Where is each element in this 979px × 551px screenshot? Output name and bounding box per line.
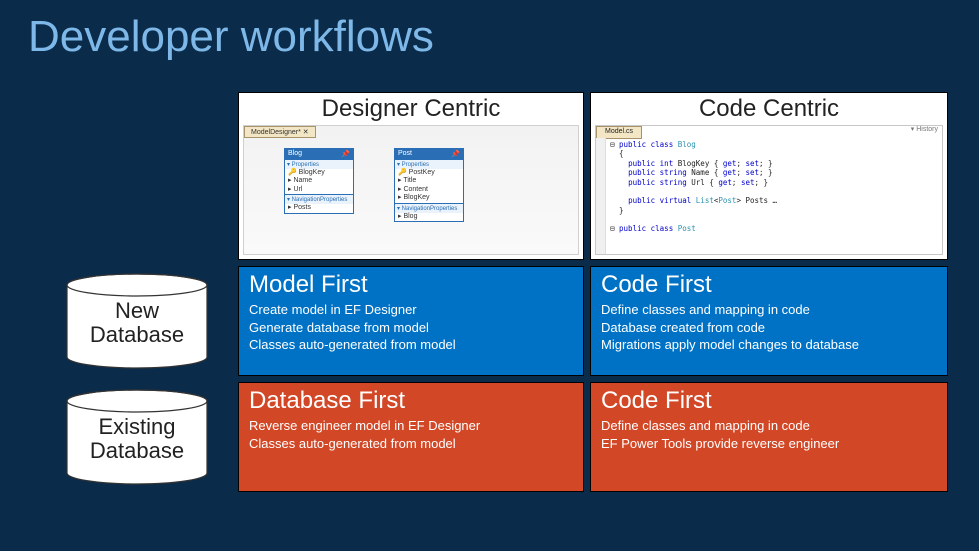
cell-line: Classes auto-generated from model: [249, 336, 573, 354]
cell-code-first-new: Code First Define classes and mapping in…: [590, 266, 948, 376]
column-header-code: Code Centric Model.cs ▾ History ⊟ public…: [590, 92, 948, 260]
entity-blog-nav-label: ▾ NavigationProperties: [285, 194, 353, 204]
column-header-designer: Designer Centric ModelDesigner* ✕ Blog 📌 …: [238, 92, 584, 260]
cell-heading: Database First: [249, 387, 573, 415]
entity-post-prop: ▸ Content: [395, 186, 463, 194]
entity-pin-icon: 📌: [451, 150, 460, 158]
corner-empty: [42, 92, 232, 260]
row-label-line1: Existing: [62, 415, 212, 439]
row-label-line2: Database: [62, 439, 212, 463]
code-line: public string Name { get; set; }: [610, 168, 936, 177]
entity-post-name: Post: [398, 150, 412, 158]
column-title-designer: Designer Centric: [322, 95, 501, 123]
cell-heading: Code First: [601, 271, 937, 299]
entity-blog-name: Blog: [288, 150, 302, 158]
code-line: [610, 187, 936, 196]
row-label-line2: Database: [62, 323, 212, 347]
row-label-existing-database: Existing Database: [42, 382, 232, 492]
database-icon: New Database: [62, 273, 212, 369]
code-line: ⊟ public class Post: [610, 224, 936, 233]
row-label-line1: New: [62, 299, 212, 323]
cell-line: Create model in EF Designer: [249, 301, 573, 319]
entity-pin-icon: 📌: [341, 150, 350, 158]
database-icon: Existing Database: [62, 389, 212, 485]
cell-database-first: Database First Reverse engineer model in…: [238, 382, 584, 492]
cell-line: EF Power Tools provide reverse engineer: [601, 435, 937, 453]
cell-heading: Model First: [249, 271, 573, 299]
entity-blog-nav: ▸ Posts: [285, 204, 353, 212]
entity-post-nav: ▸ Blog: [395, 213, 463, 221]
cell-line: Migrations apply model changes to databa…: [601, 336, 937, 354]
designer-tab: ModelDesigner* ✕: [244, 126, 316, 138]
code-screenshot: Model.cs ▾ History ⊟ public class Blog {…: [595, 125, 943, 255]
cell-line: Classes auto-generated from model: [249, 435, 573, 453]
entity-blog-prop: ▸ Url: [285, 186, 353, 194]
cell-line: Generate database from model: [249, 319, 573, 337]
code-gutter: [596, 138, 606, 254]
entity-blog-props-label: ▾ Properties: [285, 159, 353, 169]
entity-post: Post 📌 ▾ Properties 🔑 PostKey ▸ Title ▸ C…: [394, 148, 464, 222]
matrix-grid: Designer Centric ModelDesigner* ✕ Blog 📌 …: [42, 92, 948, 492]
entity-post-prop: ▸ BlogKey: [395, 194, 463, 202]
column-title-code: Code Centric: [699, 95, 839, 123]
entity-blog-prop: 🔑 BlogKey: [285, 169, 353, 177]
code-history: ▾ History: [911, 126, 938, 135]
cell-model-first: Model First Create model in EF Designer …: [238, 266, 584, 376]
entity-post-props-label: ▾ Properties: [395, 159, 463, 169]
entity-blog: Blog 📌 ▾ Properties 🔑 BlogKey ▸ Name ▸ Ur…: [284, 148, 354, 214]
code-line: public virtual List<Post> Posts …: [610, 196, 936, 205]
designer-screenshot: ModelDesigner* ✕ Blog 📌 ▾ Properties 🔑 Bl…: [243, 125, 579, 255]
code-line: [610, 215, 936, 224]
row-label-text: Existing Database: [62, 415, 212, 463]
code-tab: Model.cs: [596, 126, 642, 139]
cell-line: Define classes and mapping in code: [601, 417, 937, 435]
slide-title: Developer workflows: [28, 12, 434, 62]
entity-post-prop: 🔑 PostKey: [395, 169, 463, 177]
code-line: }: [610, 206, 936, 215]
entity-blog-prop: ▸ Name: [285, 177, 353, 185]
entity-post-prop: ▸ Title: [395, 177, 463, 185]
entity-post-nav-label: ▾ NavigationProperties: [395, 203, 463, 213]
row-label-new-database: New Database: [42, 266, 232, 376]
cell-heading: Code First: [601, 387, 937, 415]
code-line: {: [610, 149, 936, 158]
code-line: ⊟ public class Blog: [610, 140, 936, 149]
code-line: public string Url { get; set; }: [610, 178, 936, 187]
row-label-text: New Database: [62, 299, 212, 347]
cell-code-first-existing: Code First Define classes and mapping in…: [590, 382, 948, 492]
cell-line: Reverse engineer model in EF Designer: [249, 417, 573, 435]
cell-line: Database created from code: [601, 319, 937, 337]
code-line: public int BlogKey { get; set; }: [610, 159, 936, 168]
cell-line: Define classes and mapping in code: [601, 301, 937, 319]
